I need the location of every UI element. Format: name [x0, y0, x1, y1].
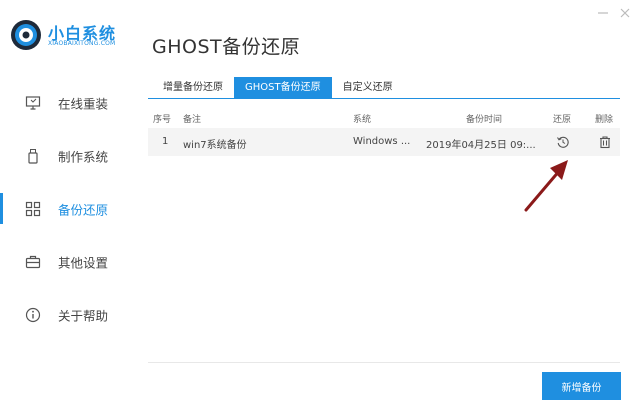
sidebar-item-label: 其他设置 — [58, 255, 109, 270]
sidebar-item-backup-restore[interactable]: 备份还原 — [0, 182, 128, 235]
usb-icon — [28, 148, 38, 164]
tab-incremental-backup[interactable]: 增量备份还原 — [152, 77, 234, 98]
header-index: 序号 — [153, 115, 172, 125]
app-logo: 小白系统 XIAOBAIXITONG.COM — [10, 18, 128, 54]
logo-icon — [11, 20, 41, 50]
sidebar-item-label: 备份还原 — [58, 202, 109, 217]
tab-ghost-backup[interactable]: GHOST备份还原 — [234, 77, 332, 98]
briefcase-icon — [25, 255, 41, 268]
header-delete: 删除 — [595, 115, 614, 125]
annotation-arrow-icon — [524, 160, 568, 212]
sidebar-item-about-help[interactable]: 关于帮助 — [0, 288, 128, 341]
sidebar-item-online-reinstall[interactable]: 在线重装 — [0, 76, 128, 129]
backup-table: 序号 备注 系统 备份时间 还原 删除 1 win7系统备份 Windows .… — [148, 106, 620, 156]
sidebar-item-make-system[interactable]: 制作系统 — [0, 129, 128, 182]
content-divider — [148, 362, 620, 363]
sidebar-item-label: 在线重装 — [58, 96, 109, 111]
add-backup-button[interactable]: 新增备份 — [542, 372, 621, 400]
sidebar-item-other-settings[interactable]: 其他设置 — [0, 235, 128, 288]
table-header: 序号 备注 系统 备份时间 还原 删除 — [148, 106, 620, 128]
minimize-icon[interactable] — [596, 6, 610, 20]
close-icon[interactable] — [618, 6, 632, 20]
tab-underline — [148, 98, 620, 99]
row-note: win7系统备份 — [183, 140, 247, 151]
header-system: 系统 — [353, 115, 372, 125]
header-restore: 还原 — [553, 115, 572, 125]
info-icon — [25, 307, 41, 322]
header-note: 备注 — [183, 115, 202, 125]
row-system: Windows ... — [353, 136, 411, 147]
brand-subtitle: XIAOBAIXITONG.COM — [48, 40, 116, 47]
tab-custom-restore[interactable]: 自定义还原 — [332, 77, 404, 98]
sidebar: 小白系统 XIAOBAIXITONG.COM 在线重装 制作系统 备份还原 其他… — [0, 0, 128, 400]
trash-icon[interactable] — [598, 135, 612, 149]
restore-icon[interactable] — [556, 135, 570, 149]
sidebar-nav: 在线重装 制作系统 备份还原 其他设置 关于帮助 — [0, 76, 128, 341]
page-title: GHOST备份还原 — [152, 36, 301, 58]
header-time: 备份时间 — [466, 115, 503, 125]
sidebar-item-label: 关于帮助 — [58, 308, 109, 323]
row-index: 1 — [162, 136, 169, 147]
tab-bar: 增量备份还原 GHOST备份还原 自定义还原 — [152, 77, 404, 98]
monitor-icon — [25, 95, 41, 110]
sidebar-item-label: 制作系统 — [58, 149, 109, 164]
grid-icon — [25, 201, 41, 216]
row-time: 2019年04月25日 09:... — [426, 140, 536, 151]
